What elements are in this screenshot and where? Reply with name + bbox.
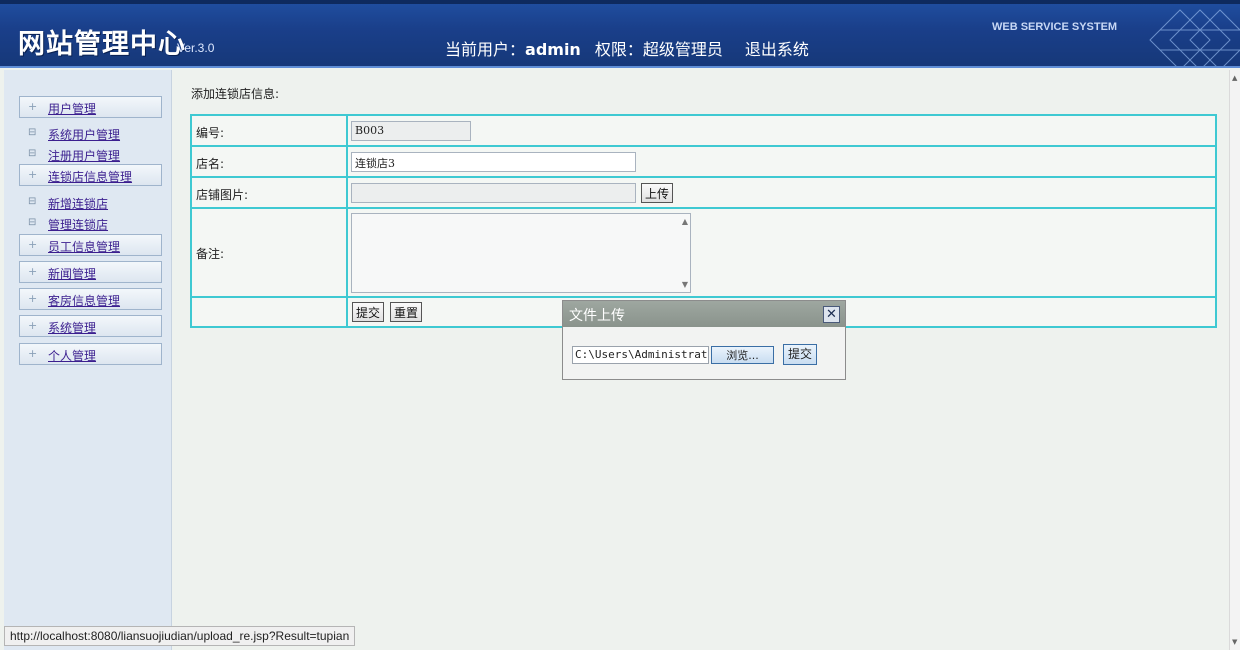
menu-label: 连锁店信息管理 [48, 170, 133, 184]
sidebar-item-label: 新增连锁店 [48, 197, 109, 211]
column-divider [346, 116, 348, 145]
status-url: http://localhost:8080/liansuojiudian/upl… [4, 626, 356, 646]
browse-button[interactable]: 浏览... [711, 346, 774, 364]
file-path-input[interactable]: C:\Users\Administrator [572, 346, 709, 364]
form-row-remark: 备注: ▲ ▼ [192, 209, 1215, 298]
expand-icon: + [28, 292, 38, 305]
upload-button[interactable]: 上传 [641, 183, 674, 203]
version-label: Ver.3.0 [177, 41, 215, 55]
menu-label: 客房信息管理 [48, 294, 121, 308]
form-row-name: 店名: 连锁店3 [192, 147, 1215, 178]
expand-icon: + [28, 238, 38, 251]
dialog-submit-button[interactable]: 提交 [783, 344, 817, 365]
logout-link[interactable]: 退出系统 [745, 36, 809, 60]
code-label: 编号: [196, 126, 225, 140]
sidebar-item-label: 注册用户管理 [48, 149, 121, 163]
minus-box-icon: ⊟ [28, 196, 37, 207]
menu-label: 新闻管理 [48, 267, 97, 281]
column-divider [346, 178, 348, 207]
menu-system[interactable]: + 系统管理 [19, 315, 162, 337]
menu-staff[interactable]: + 员工信息管理 [19, 234, 162, 256]
dialog-title: 文件上传 [569, 308, 625, 324]
store-image-field[interactable] [351, 183, 636, 203]
permission-label: 权限： [594, 40, 643, 59]
user-bar: 当前用户：admin 权限：超级管理员 退出系统 [445, 36, 809, 60]
menu-label: 员工信息管理 [48, 240, 121, 254]
expand-icon: + [28, 168, 38, 181]
current-user-label: 当前用户： [445, 40, 526, 59]
sidebar-item-label: 系统用户管理 [48, 128, 121, 142]
site-logo: 网站管理中心 [18, 29, 186, 60]
code-field[interactable]: B003 [351, 121, 471, 141]
menu-label: 系统管理 [48, 321, 97, 335]
column-divider [346, 147, 348, 176]
form-row-code: 编号: B003 [192, 116, 1215, 147]
scroll-down-icon[interactable]: ▼ [682, 280, 688, 289]
expand-icon: + [28, 265, 38, 278]
dialog-titlebar[interactable]: 文件上传 ✕ [563, 301, 845, 327]
close-icon[interactable]: ✕ [823, 306, 840, 323]
scroll-down-icon[interactable]: ▼ [1232, 638, 1237, 646]
menu-label: 用户管理 [48, 102, 97, 116]
remark-label: 备注: [196, 247, 225, 261]
permission-value: 超级管理员 [642, 40, 723, 59]
menu-user-mgmt[interactable]: + 用户管理 [19, 96, 162, 118]
reset-button[interactable]: 重置 [390, 302, 423, 322]
minus-box-icon: ⊟ [28, 148, 37, 159]
current-user-name: admin [525, 40, 581, 59]
image-label: 店铺图片: [196, 188, 249, 202]
expand-icon: + [28, 347, 38, 360]
menu-chain-info[interactable]: + 连锁店信息管理 [19, 164, 162, 186]
scroll-up-icon[interactable]: ▲ [1232, 74, 1237, 82]
store-name-field[interactable]: 连锁店3 [351, 152, 636, 172]
app-header: 网站管理中心 Ver.3.0 当前用户：admin 权限：超级管理员 退出系统 WE… [0, 0, 1240, 68]
name-label: 店名: [196, 157, 225, 171]
sidebar: + 用户管理 ⊟ 系统用户管理 ⊟ 注册用户管理 + 连锁店信息管理 ⊟ 新增连… [4, 70, 172, 650]
header-decoration-icon [1149, 9, 1240, 66]
page-title: 添加连锁店信息: [191, 87, 280, 101]
chain-store-form: 编号: B003 店名: 连锁店3 店铺图片: 上传 备注: ▲ ▼ 提交 重置 [190, 114, 1217, 328]
expand-icon: + [28, 319, 38, 332]
menu-personal[interactable]: + 个人管理 [19, 343, 162, 365]
column-divider [346, 298, 348, 326]
menu-news[interactable]: + 新闻管理 [19, 261, 162, 283]
sidebar-item-label: 管理连锁店 [48, 218, 109, 232]
page-scrollbar[interactable]: ▲ ▼ [1229, 70, 1240, 650]
minus-box-icon: ⊟ [28, 217, 37, 228]
file-upload-dialog: 文件上传 ✕ C:\Users\Administrator 浏览... 提交 [562, 300, 846, 380]
minus-box-icon: ⊟ [28, 127, 37, 138]
tagline: WEB SERVICE SYSTEM [992, 21, 1118, 33]
scroll-up-icon[interactable]: ▲ [682, 217, 688, 226]
menu-rooms[interactable]: + 客房信息管理 [19, 288, 162, 310]
column-divider [346, 209, 348, 296]
expand-icon: + [28, 100, 38, 113]
submit-button[interactable]: 提交 [352, 302, 385, 322]
form-row-image: 店铺图片: 上传 [192, 178, 1215, 209]
remark-textarea[interactable]: ▲ ▼ [351, 213, 691, 293]
menu-label: 个人管理 [48, 349, 97, 363]
